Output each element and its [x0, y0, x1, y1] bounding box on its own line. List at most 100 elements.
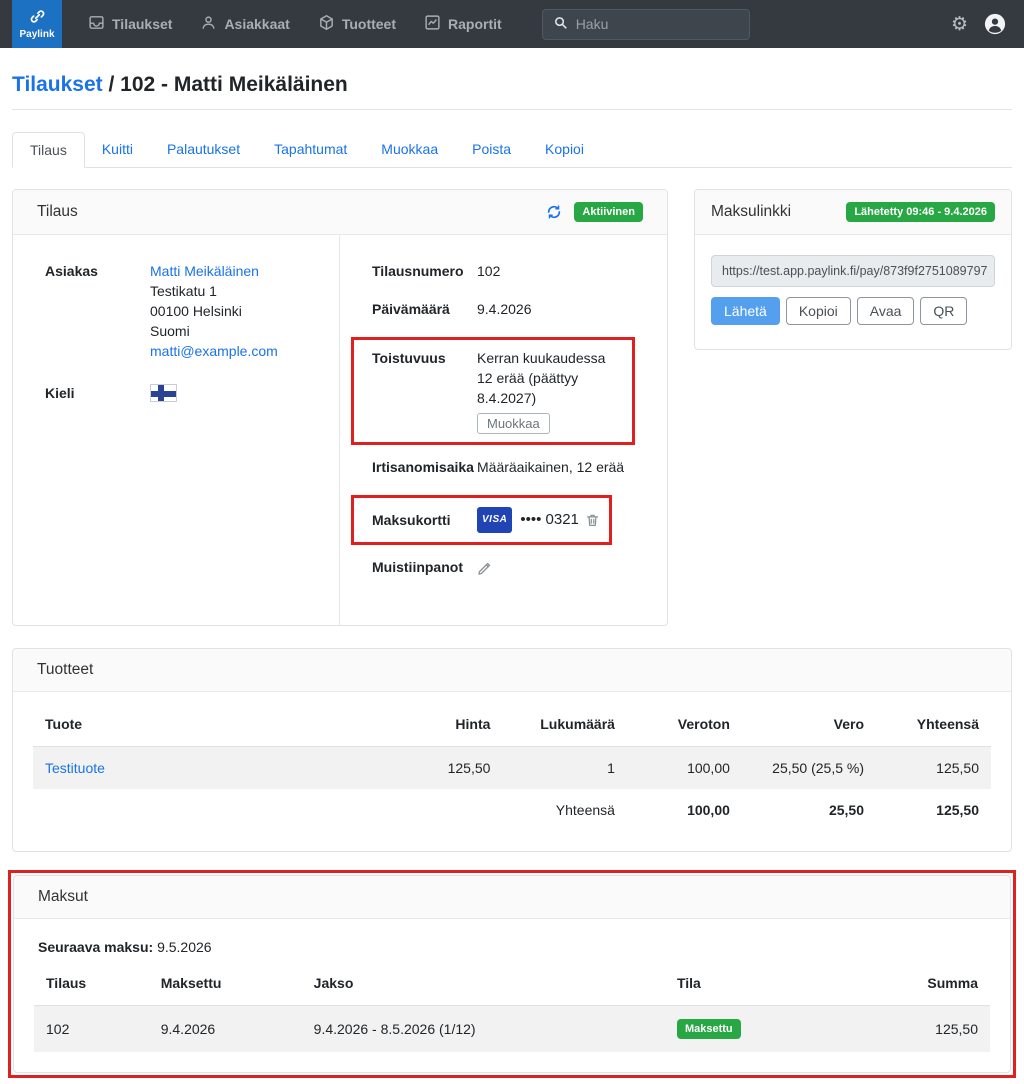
account-avatar-icon[interactable]	[984, 13, 1006, 35]
gear-icon[interactable]: ⚙	[951, 15, 968, 34]
col-vero: Vero	[742, 702, 876, 747]
col-summa: Summa	[875, 961, 990, 1006]
recurrence-edit-button[interactable]: Muokkaa	[477, 413, 550, 434]
col-jakso: Jakso	[302, 961, 665, 1006]
recurrence-label: Toistuvuus	[372, 348, 477, 434]
payment-amount: 125,50	[875, 1006, 990, 1053]
total-net: 100,00	[627, 789, 742, 831]
title-divider	[12, 109, 1012, 110]
tab-tapahtumat[interactable]: Tapahtumat	[257, 132, 364, 167]
total-sum: 125,50	[876, 789, 991, 831]
order-details-column: Tilausnumero 102 Päivämäärä 9.4.2026 Toi…	[340, 235, 667, 625]
order-date-label: Päivämäärä	[372, 299, 477, 319]
order-card: Tilaus Aktiivinen	[12, 189, 668, 626]
paylink-logo[interactable]: Paylink	[12, 0, 62, 48]
tab-palautukset[interactable]: Palautukset	[150, 132, 257, 167]
package-icon	[318, 14, 335, 34]
nav-items: Tilaukset Asiakkaat Tuotteet	[88, 14, 502, 34]
payments-table: Tilaus Maksettu Jakso Tila Summa 102 9.4…	[34, 961, 990, 1052]
paylink-card-header: Maksulinkki Lähetetty 09:46 - 9.4.2026	[695, 190, 1011, 235]
product-net: 100,00	[627, 747, 742, 790]
products-table: Tuote Hinta Lukumäärä Veroton Vero Yhtee…	[33, 702, 991, 831]
nav-item-tuotteet[interactable]: Tuotteet	[318, 14, 396, 34]
nav-item-asiakkaat[interactable]: Asiakkaat	[200, 14, 289, 34]
paylink-card-title: Maksulinkki	[711, 203, 791, 221]
payment-paid-date: 9.4.2026	[149, 1006, 302, 1053]
products-card-header: Tuotteet	[13, 649, 1011, 692]
recurrence-annotation-box: Toistuvuus Kerran kuukaudessa 12 erää (p…	[351, 337, 635, 445]
payment-card-label: Maksukortti	[372, 510, 477, 530]
tab-muokkaa[interactable]: Muokkaa	[364, 132, 455, 167]
breadcrumb-current: 102 - Matti Meikäläinen	[120, 73, 348, 96]
total-tax: 25,50	[742, 789, 876, 831]
open-button[interactable]: Avaa	[857, 297, 915, 325]
order-number-value: 102	[477, 261, 500, 281]
product-price: 125,50	[397, 747, 502, 790]
tab-tilaus[interactable]: Tilaus	[12, 132, 85, 168]
chart-icon	[424, 14, 441, 34]
col-maksettu: Maksettu	[149, 961, 302, 1006]
copy-button[interactable]: Kopioi	[786, 297, 851, 325]
edit-notes-pencil-icon[interactable]	[477, 561, 492, 576]
payments-card-title: Maksut	[38, 888, 88, 906]
payment-row: 102 9.4.2026 9.4.2026 - 8.5.2026 (1/12) …	[34, 1006, 990, 1053]
col-hinta: Hinta	[397, 702, 502, 747]
paylink-url-field[interactable]: https://test.app.paylink.fi/pay/873f9f27…	[711, 255, 995, 287]
breadcrumb-separator: /	[103, 73, 121, 96]
total-label: Yhteensä	[502, 789, 627, 831]
top-navbar: Paylink Tilaukset Asiakkaat	[0, 0, 1024, 48]
col-lukumaara: Lukumäärä	[502, 702, 627, 747]
refresh-icon[interactable]	[546, 204, 562, 220]
products-total-row: Yhteensä 100,00 25,50 125,50	[33, 789, 991, 831]
col-veroton: Veroton	[627, 702, 742, 747]
tab-bar: Tilaus Kuitti Palautukset Tapahtumat Muo…	[12, 132, 1012, 168]
product-row: Testituote 125,50 1 100,00 25,50 (25,5 %…	[33, 747, 991, 790]
order-date-value: 9.4.2026	[477, 299, 532, 319]
customer-address-line: Suomi	[150, 321, 278, 341]
navbar-right: ⚙	[951, 13, 1024, 35]
language-label: Kieli	[45, 383, 150, 407]
paylink-sent-badge: Lähetetty 09:46 - 9.4.2026	[846, 202, 995, 222]
col-tuote: Tuote	[33, 702, 397, 747]
products-card: Tuotteet Tuote Hinta Lukumäärä Veroton V…	[12, 648, 1012, 852]
search-box[interactable]	[542, 9, 750, 40]
page-title: Tilaukset / 102 - Matti Meikäläinen	[12, 73, 1012, 97]
products-card-title: Tuotteet	[37, 661, 93, 679]
paylink-card: Maksulinkki Lähetetty 09:46 - 9.4.2026 h…	[694, 189, 1012, 350]
next-payment-date: 9.5.2026	[157, 939, 212, 955]
col-tilaus: Tilaus	[34, 961, 149, 1006]
customer-address-line: 00100 Helsinki	[150, 301, 278, 321]
product-total: 125,50	[876, 747, 991, 790]
next-payment: Seuraava maksu: 9.5.2026	[14, 919, 1010, 961]
qr-button[interactable]: QR	[920, 297, 967, 325]
customer-name-link[interactable]: Matti Meikäläinen	[150, 261, 278, 281]
nav-label: Asiakkaat	[224, 16, 289, 32]
breadcrumb-parent-link[interactable]: Tilaukset	[12, 73, 103, 96]
product-tax: 25,50 (25,5 %)	[742, 747, 876, 790]
payment-card-annotation-box: Maksukortti VISA •••• 0321	[351, 495, 612, 545]
nav-label: Raportit	[448, 16, 502, 32]
order-card-title: Tilaus	[37, 203, 78, 221]
recurrence-frequency: Kerran kuukaudessa	[477, 348, 632, 368]
person-icon	[200, 14, 217, 34]
product-name-link[interactable]: Testituote	[45, 760, 105, 776]
tab-poista[interactable]: Poista	[455, 132, 528, 167]
nav-item-raportit[interactable]: Raportit	[424, 14, 502, 34]
nav-label: Tilaukset	[112, 16, 172, 32]
order-customer-column: Asiakas Matti Meikäläinen Testikatu 1 00…	[13, 235, 340, 625]
payment-status-badge: Maksettu	[677, 1019, 741, 1039]
search-input[interactable]	[576, 16, 726, 32]
customer-label: Asiakas	[45, 261, 150, 361]
order-status-badge: Aktiivinen	[574, 202, 643, 222]
col-tila: Tila	[665, 961, 875, 1006]
order-number-label: Tilausnumero	[372, 261, 477, 281]
nav-item-tilaukset[interactable]: Tilaukset	[88, 14, 172, 34]
tab-kuitti[interactable]: Kuitti	[85, 132, 150, 167]
notes-label: Muistiinpanot	[372, 557, 477, 577]
customer-email-link[interactable]: matti@example.com	[150, 341, 278, 361]
paylink-link-icon	[29, 8, 46, 28]
delete-card-trash-icon[interactable]	[585, 512, 600, 528]
send-button[interactable]: Lähetä	[711, 297, 780, 325]
tab-kopioi[interactable]: Kopioi	[528, 132, 601, 167]
card-number-masked: •••• 0321	[520, 510, 579, 530]
